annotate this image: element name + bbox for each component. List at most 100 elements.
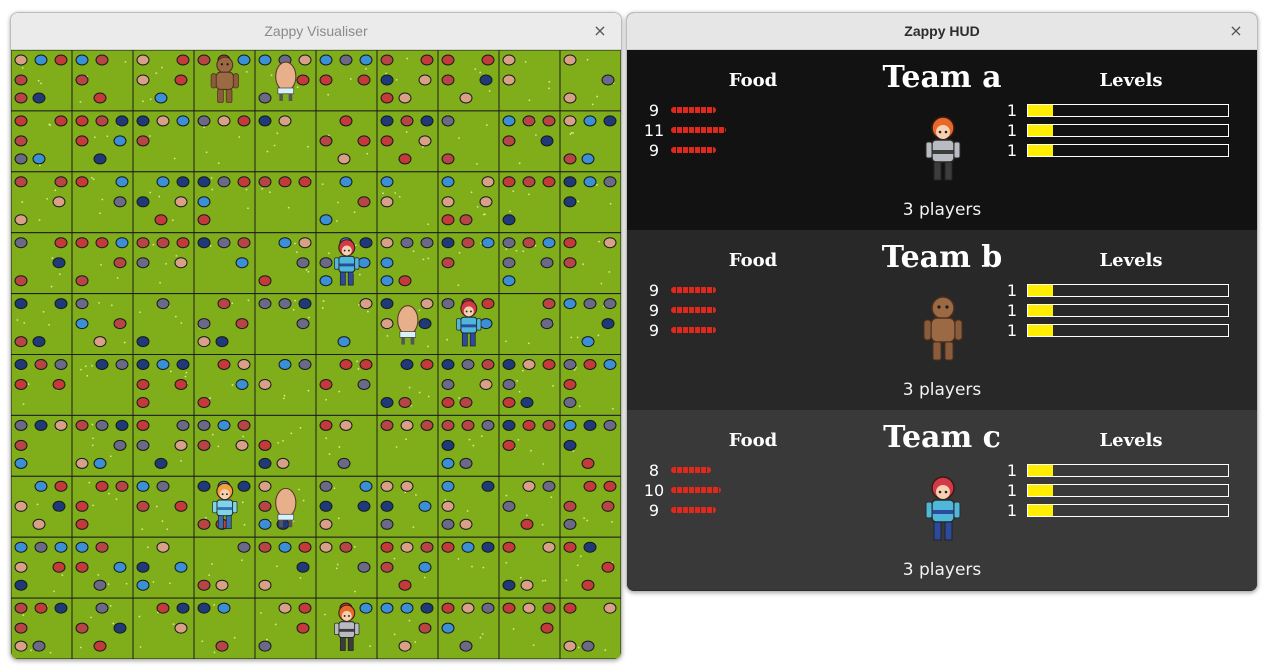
map-tile[interactable] bbox=[254, 293, 317, 356]
map-tile[interactable] bbox=[498, 475, 561, 538]
map-tile[interactable] bbox=[498, 50, 561, 112]
map-tile[interactable] bbox=[559, 475, 621, 538]
map-tile[interactable] bbox=[559, 232, 621, 295]
map-tile[interactable] bbox=[132, 293, 195, 356]
map-tile[interactable] bbox=[498, 536, 561, 599]
map-tile[interactable] bbox=[193, 536, 256, 599]
map-tile[interactable] bbox=[437, 50, 500, 112]
map-tile[interactable] bbox=[315, 475, 378, 538]
map-tile[interactable] bbox=[315, 354, 378, 416]
map-tile[interactable] bbox=[254, 354, 317, 416]
map-tile[interactable] bbox=[376, 354, 439, 416]
map-tile[interactable] bbox=[71, 232, 134, 295]
map-tile[interactable] bbox=[11, 475, 73, 538]
map-tile[interactable] bbox=[559, 536, 621, 599]
map-tile[interactable] bbox=[559, 597, 621, 659]
map-tile[interactable] bbox=[315, 110, 378, 173]
hud-titlebar[interactable]: Zappy HUD × bbox=[627, 13, 1257, 50]
map-tile[interactable] bbox=[193, 597, 256, 659]
hud-close-icon[interactable]: × bbox=[1227, 22, 1245, 40]
map-tile[interactable] bbox=[498, 597, 561, 659]
map-tile[interactable] bbox=[498, 414, 561, 477]
map-tile[interactable] bbox=[71, 414, 134, 477]
visualiser-close-icon[interactable]: × bbox=[591, 22, 609, 40]
map-tile[interactable] bbox=[193, 354, 256, 416]
map-tile[interactable] bbox=[11, 414, 73, 477]
map-tile[interactable] bbox=[71, 171, 134, 234]
map-tile[interactable] bbox=[71, 50, 134, 112]
map-tile[interactable] bbox=[559, 414, 621, 477]
map-tile[interactable] bbox=[559, 293, 621, 356]
map-tile[interactable] bbox=[376, 475, 439, 538]
map-tile[interactable] bbox=[376, 597, 439, 659]
map-tile[interactable] bbox=[132, 536, 195, 599]
map-tile[interactable] bbox=[132, 50, 195, 112]
map-tile[interactable] bbox=[11, 293, 73, 356]
map-tile[interactable] bbox=[315, 414, 378, 477]
map-tile[interactable] bbox=[11, 597, 73, 659]
map-tile[interactable] bbox=[315, 536, 378, 599]
map-tile[interactable] bbox=[498, 171, 561, 234]
map-tile[interactable] bbox=[71, 536, 134, 599]
map-tile[interactable] bbox=[437, 171, 500, 234]
map-tile[interactable] bbox=[193, 232, 256, 295]
map-tile[interactable] bbox=[11, 171, 73, 234]
map-tile[interactable] bbox=[437, 414, 500, 477]
map-tile[interactable] bbox=[376, 171, 439, 234]
map-tile[interactable] bbox=[71, 354, 134, 416]
map-tile[interactable] bbox=[498, 354, 561, 416]
map-tile[interactable] bbox=[132, 414, 195, 477]
map-tile[interactable] bbox=[315, 171, 378, 234]
map-tile[interactable] bbox=[71, 475, 134, 538]
map-tile[interactable] bbox=[132, 110, 195, 173]
map-tile[interactable] bbox=[193, 171, 256, 234]
map-tile[interactable] bbox=[559, 50, 621, 112]
map-tile[interactable] bbox=[437, 232, 500, 295]
map-tile[interactable] bbox=[11, 232, 73, 295]
map-tile[interactable] bbox=[498, 293, 561, 356]
map-tile[interactable] bbox=[498, 232, 561, 295]
map-tile[interactable] bbox=[71, 110, 134, 173]
map-tile[interactable] bbox=[376, 110, 439, 173]
grass-speck bbox=[544, 579, 547, 582]
map-tile[interactable] bbox=[71, 597, 134, 659]
map-tile[interactable] bbox=[11, 50, 73, 112]
map-tile[interactable] bbox=[437, 475, 500, 538]
map-tile[interactable] bbox=[193, 414, 256, 477]
map-tile[interactable] bbox=[254, 597, 317, 659]
map-tile[interactable] bbox=[437, 597, 500, 659]
map-tile[interactable] bbox=[254, 414, 317, 477]
map-tile[interactable] bbox=[315, 50, 378, 112]
map-tile[interactable] bbox=[559, 110, 621, 173]
map-tile[interactable] bbox=[376, 414, 439, 477]
map-tile[interactable] bbox=[254, 171, 317, 234]
resource-stone-icon bbox=[319, 419, 333, 431]
map-tile[interactable] bbox=[437, 110, 500, 173]
map-tile[interactable] bbox=[132, 171, 195, 234]
map-tile[interactable] bbox=[559, 354, 621, 416]
map-tile[interactable] bbox=[254, 110, 317, 173]
map-tile[interactable] bbox=[11, 536, 73, 599]
map-tile[interactable] bbox=[376, 232, 439, 295]
map-tile[interactable] bbox=[11, 110, 73, 173]
grass-speck bbox=[444, 499, 447, 502]
map-tile[interactable] bbox=[11, 354, 73, 416]
map-tile[interactable] bbox=[315, 293, 378, 356]
map-tile[interactable] bbox=[437, 536, 500, 599]
map-tile[interactable] bbox=[71, 293, 134, 356]
map-tile[interactable] bbox=[498, 110, 561, 173]
map-tile[interactable] bbox=[254, 232, 317, 295]
map-tile[interactable] bbox=[193, 293, 256, 356]
map-tile[interactable] bbox=[559, 171, 621, 234]
map-tile[interactable] bbox=[132, 475, 195, 538]
map-tile[interactable] bbox=[132, 354, 195, 416]
map-tile[interactable] bbox=[132, 232, 195, 295]
map-tile[interactable] bbox=[132, 597, 195, 659]
game-map[interactable] bbox=[11, 50, 621, 659]
map-tile[interactable] bbox=[376, 536, 439, 599]
map-tile[interactable] bbox=[254, 536, 317, 599]
map-tile[interactable] bbox=[437, 354, 500, 416]
map-tile[interactable] bbox=[193, 110, 256, 173]
map-tile[interactable] bbox=[376, 50, 439, 112]
visualiser-titlebar[interactable]: Zappy Visualiser × bbox=[11, 13, 621, 50]
